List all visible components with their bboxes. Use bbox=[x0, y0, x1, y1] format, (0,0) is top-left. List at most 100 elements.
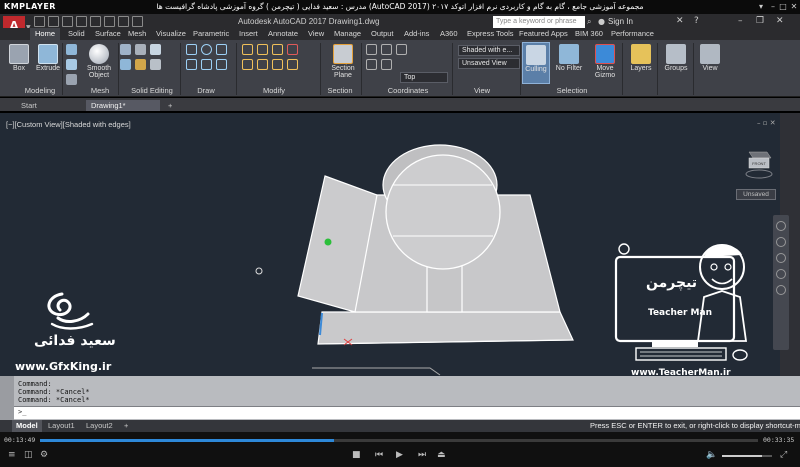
slice-icon[interactable] bbox=[150, 59, 161, 70]
volume-icon[interactable]: 🔈 bbox=[706, 449, 717, 461]
next-icon[interactable]: ⏭ bbox=[418, 449, 426, 461]
named-view-select[interactable]: Unsaved View bbox=[458, 58, 520, 69]
help-icon[interactable]: ? bbox=[694, 16, 699, 26]
tab-bim-360[interactable]: BIM 360 bbox=[575, 28, 603, 40]
loft-icon[interactable] bbox=[66, 74, 77, 85]
volume-slider[interactable] bbox=[722, 455, 772, 457]
layout2-tab[interactable]: Layout2 bbox=[82, 420, 117, 432]
tab-annotate[interactable]: Annotate bbox=[268, 28, 298, 40]
viewport-controls-label[interactable]: [−][Custom View][Shaded with edges] bbox=[6, 120, 131, 129]
eject-icon[interactable]: ⏏ bbox=[437, 449, 446, 461]
sign-in-button[interactable]: Sign In bbox=[608, 17, 633, 26]
fullscreen-icon[interactable]: ⤢ bbox=[780, 449, 787, 461]
culling-button[interactable]: Culling bbox=[522, 42, 550, 84]
zoom-icon[interactable] bbox=[776, 253, 786, 263]
tab-output[interactable]: Output bbox=[371, 28, 394, 40]
window-minimize-icon[interactable]: – bbox=[738, 16, 743, 26]
kmplayer-close-icon[interactable]: ✕ bbox=[789, 2, 799, 12]
undo-icon[interactable] bbox=[104, 16, 115, 27]
revolve-icon[interactable] bbox=[66, 44, 77, 55]
play-icon[interactable]: ▶ bbox=[396, 449, 403, 461]
move-gizmo-button[interactable]: Move Gizmo bbox=[590, 42, 620, 84]
kmplayer-logo[interactable]: KMPLAYER bbox=[4, 2, 56, 11]
ucs-world-icon[interactable] bbox=[381, 44, 392, 55]
capture-icon[interactable]: ◫ bbox=[24, 449, 33, 461]
tab-performance[interactable]: Performance bbox=[611, 28, 654, 40]
previous-icon[interactable]: ⏮ bbox=[375, 449, 383, 461]
union-icon[interactable] bbox=[120, 44, 131, 55]
tab-surface[interactable]: Surface bbox=[95, 28, 121, 40]
redo-icon[interactable] bbox=[118, 16, 129, 27]
settings-icon[interactable]: ⚙ bbox=[40, 449, 48, 461]
save-icon[interactable] bbox=[62, 16, 73, 27]
array-icon[interactable] bbox=[287, 59, 298, 70]
tab-manage[interactable]: Manage bbox=[334, 28, 361, 40]
navigation-bar[interactable] bbox=[773, 215, 789, 350]
layout1-tab[interactable]: Layout1 bbox=[44, 420, 79, 432]
rotate-icon[interactable] bbox=[242, 59, 253, 70]
green-grip[interactable] bbox=[324, 238, 332, 246]
panel-label-mesh[interactable]: Mesh bbox=[82, 86, 118, 96]
file-tab-start[interactable]: Start bbox=[16, 100, 42, 111]
fillet-edge-icon[interactable] bbox=[120, 59, 131, 70]
rectangle-icon[interactable] bbox=[201, 59, 212, 70]
new-icon[interactable] bbox=[34, 16, 45, 27]
groups-button[interactable]: Groups bbox=[660, 42, 692, 84]
window-restore-icon[interactable]: ❐ bbox=[756, 16, 764, 26]
window-close-icon[interactable]: ✕ bbox=[776, 16, 784, 26]
seek-bar[interactable] bbox=[40, 439, 758, 442]
panel-label-modeling[interactable]: Modeling bbox=[14, 86, 66, 96]
ucs-icon[interactable] bbox=[366, 44, 377, 55]
save-as-icon[interactable] bbox=[76, 16, 87, 27]
stretch-icon[interactable] bbox=[272, 44, 283, 55]
kmplayer-settings-icon[interactable]: ▾ bbox=[756, 2, 766, 12]
extrude-button[interactable]: Extrude bbox=[31, 42, 65, 84]
polyline-icon[interactable] bbox=[216, 44, 227, 55]
user-icon[interactable]: ● bbox=[598, 17, 605, 26]
circle-icon[interactable] bbox=[201, 44, 212, 55]
workspace-icon[interactable] bbox=[132, 16, 143, 27]
panel-label-selection[interactable]: Selection bbox=[550, 86, 594, 96]
tab-featured-apps[interactable]: Featured Apps bbox=[519, 28, 568, 40]
viewport-window-controls[interactable]: – ▫ ✕ bbox=[757, 119, 776, 127]
ucs-object-icon[interactable] bbox=[381, 59, 392, 70]
steering-wheel-icon[interactable] bbox=[776, 221, 786, 231]
orbit-icon[interactable] bbox=[776, 269, 786, 279]
stop-icon[interactable]: ■ bbox=[352, 449, 361, 461]
pan-icon[interactable] bbox=[776, 237, 786, 247]
tab-express-tools[interactable]: Express Tools bbox=[467, 28, 514, 40]
tab-add-ins[interactable]: Add-ins bbox=[404, 28, 429, 40]
add-layout-button[interactable]: + bbox=[120, 420, 132, 432]
erase-icon[interactable] bbox=[287, 44, 298, 55]
ucs-menu[interactable]: Unsaved bbox=[736, 189, 776, 200]
plot-icon[interactable] bbox=[90, 16, 101, 27]
search-icon[interactable]: ⌕ bbox=[587, 17, 591, 27]
tab-visualize[interactable]: Visualize bbox=[156, 28, 186, 40]
ucs-face-icon[interactable] bbox=[366, 59, 377, 70]
file-tab-drawing1[interactable]: Drawing1* bbox=[86, 100, 160, 111]
section-plane-button[interactable]: Section Plane bbox=[325, 42, 361, 84]
ucs-origin-icon[interactable] bbox=[396, 44, 407, 55]
panel-label-view[interactable]: View bbox=[462, 86, 502, 96]
scale-icon[interactable] bbox=[272, 59, 283, 70]
tab-parametric[interactable]: Parametric bbox=[193, 28, 229, 40]
tab-view[interactable]: View bbox=[308, 28, 324, 40]
kmplayer-minimize-icon[interactable]: – bbox=[768, 2, 778, 12]
sweep-icon[interactable] bbox=[66, 59, 77, 70]
kmplayer-maximize-icon[interactable]: □ bbox=[778, 2, 788, 12]
intersect-icon[interactable] bbox=[150, 44, 161, 55]
command-input[interactable] bbox=[14, 406, 800, 419]
showmotion-icon[interactable] bbox=[776, 285, 786, 295]
command-window-handle[interactable] bbox=[0, 376, 14, 420]
new-tab-button[interactable]: + bbox=[163, 100, 177, 111]
tab-solid[interactable]: Solid bbox=[68, 28, 85, 40]
view-direction-select[interactable]: Top bbox=[400, 72, 448, 83]
shell-icon[interactable] bbox=[135, 59, 146, 70]
polygon-icon[interactable] bbox=[216, 59, 227, 70]
arc-icon[interactable] bbox=[186, 59, 197, 70]
panel-label-draw[interactable]: Draw bbox=[186, 86, 226, 96]
front-disc[interactable] bbox=[385, 154, 501, 270]
playlist-icon[interactable]: ≡ bbox=[8, 449, 16, 461]
visual-style-select[interactable]: Shaded with e... bbox=[458, 45, 520, 56]
layers-button[interactable]: Layers bbox=[626, 42, 656, 84]
